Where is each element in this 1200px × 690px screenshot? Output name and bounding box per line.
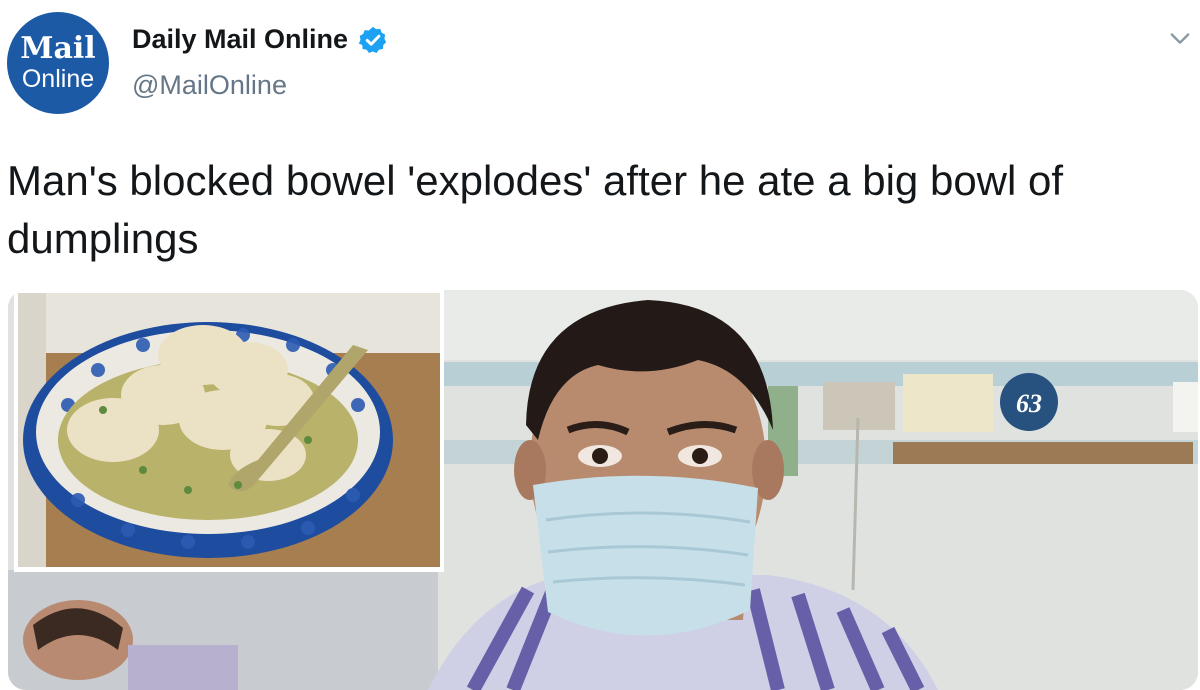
avatar-text-online: Online [21, 64, 95, 93]
bed-number: 63 [1016, 389, 1042, 418]
display-name[interactable]: Daily Mail Online [132, 24, 348, 55]
verified-badge-icon [358, 26, 387, 53]
chevron-down-icon[interactable] [1166, 24, 1194, 52]
account-handle[interactable]: @MailOnline [132, 70, 287, 101]
avatar[interactable]: Mail Online [7, 12, 109, 114]
inset-dumpling-photo [14, 290, 444, 572]
tweet-text: Man's blocked bowel 'explodes' after he … [7, 157, 1064, 262]
media-photo: 63 [8, 290, 1198, 690]
tweet-media[interactable]: 63 [8, 290, 1198, 690]
account-name-row: Daily Mail Online [132, 24, 388, 55]
avatar-text-mail: Mail [20, 30, 96, 66]
